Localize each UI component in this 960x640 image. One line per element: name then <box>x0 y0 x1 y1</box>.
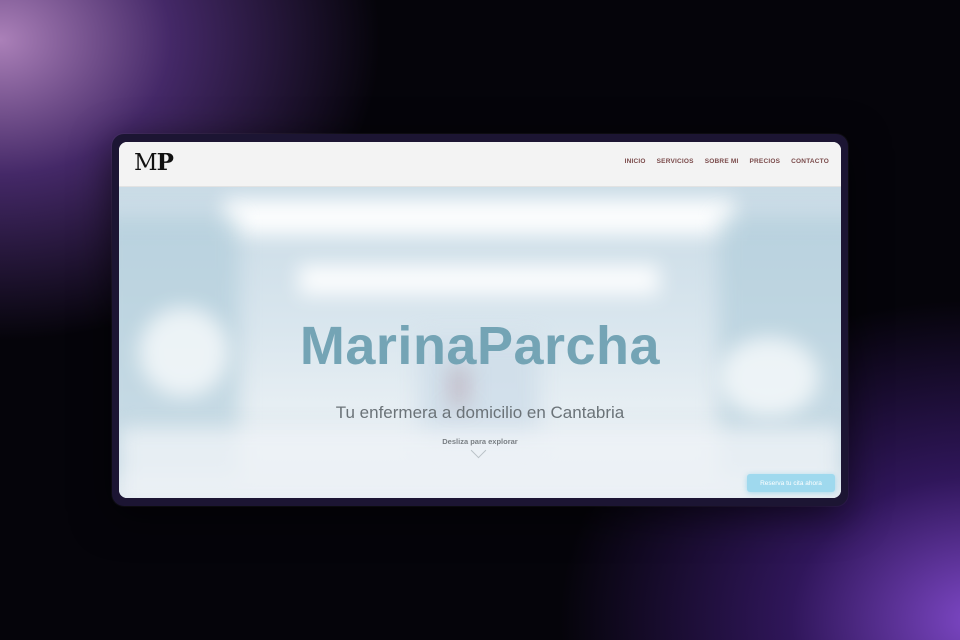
logo-letter-p: P <box>156 149 174 176</box>
nav-item-contacto[interactable]: CONTACTO <box>791 158 829 165</box>
nav-item-servicios[interactable]: SERVICIOS <box>657 158 694 165</box>
site-logo[interactable]: MP <box>134 149 174 177</box>
hero-section: MarinaParcha Tu enfermera a domicilio en… <box>119 187 841 498</box>
hero-title: MarinaParcha <box>299 316 661 376</box>
top-navbar: MP INICIO SERVICIOS SOBRE MI PRECIOS CON… <box>119 142 841 187</box>
logo-letter-m: M <box>134 150 158 176</box>
nav-item-sobre-mi[interactable]: SOBRE MI <box>705 158 739 165</box>
main-nav: INICIO SERVICIOS SOBRE MI PRECIOS CONTAC… <box>625 158 829 165</box>
website-screen: MP INICIO SERVICIOS SOBRE MI PRECIOS CON… <box>119 142 841 498</box>
nav-item-precios[interactable]: PRECIOS <box>749 158 780 165</box>
hero-tagline: Tu enfermera a domicilio en Cantabria <box>335 403 625 422</box>
nav-item-inicio[interactable]: INICIO <box>625 158 646 165</box>
book-appointment-button[interactable]: Reserva tu cita ahora <box>747 474 835 492</box>
